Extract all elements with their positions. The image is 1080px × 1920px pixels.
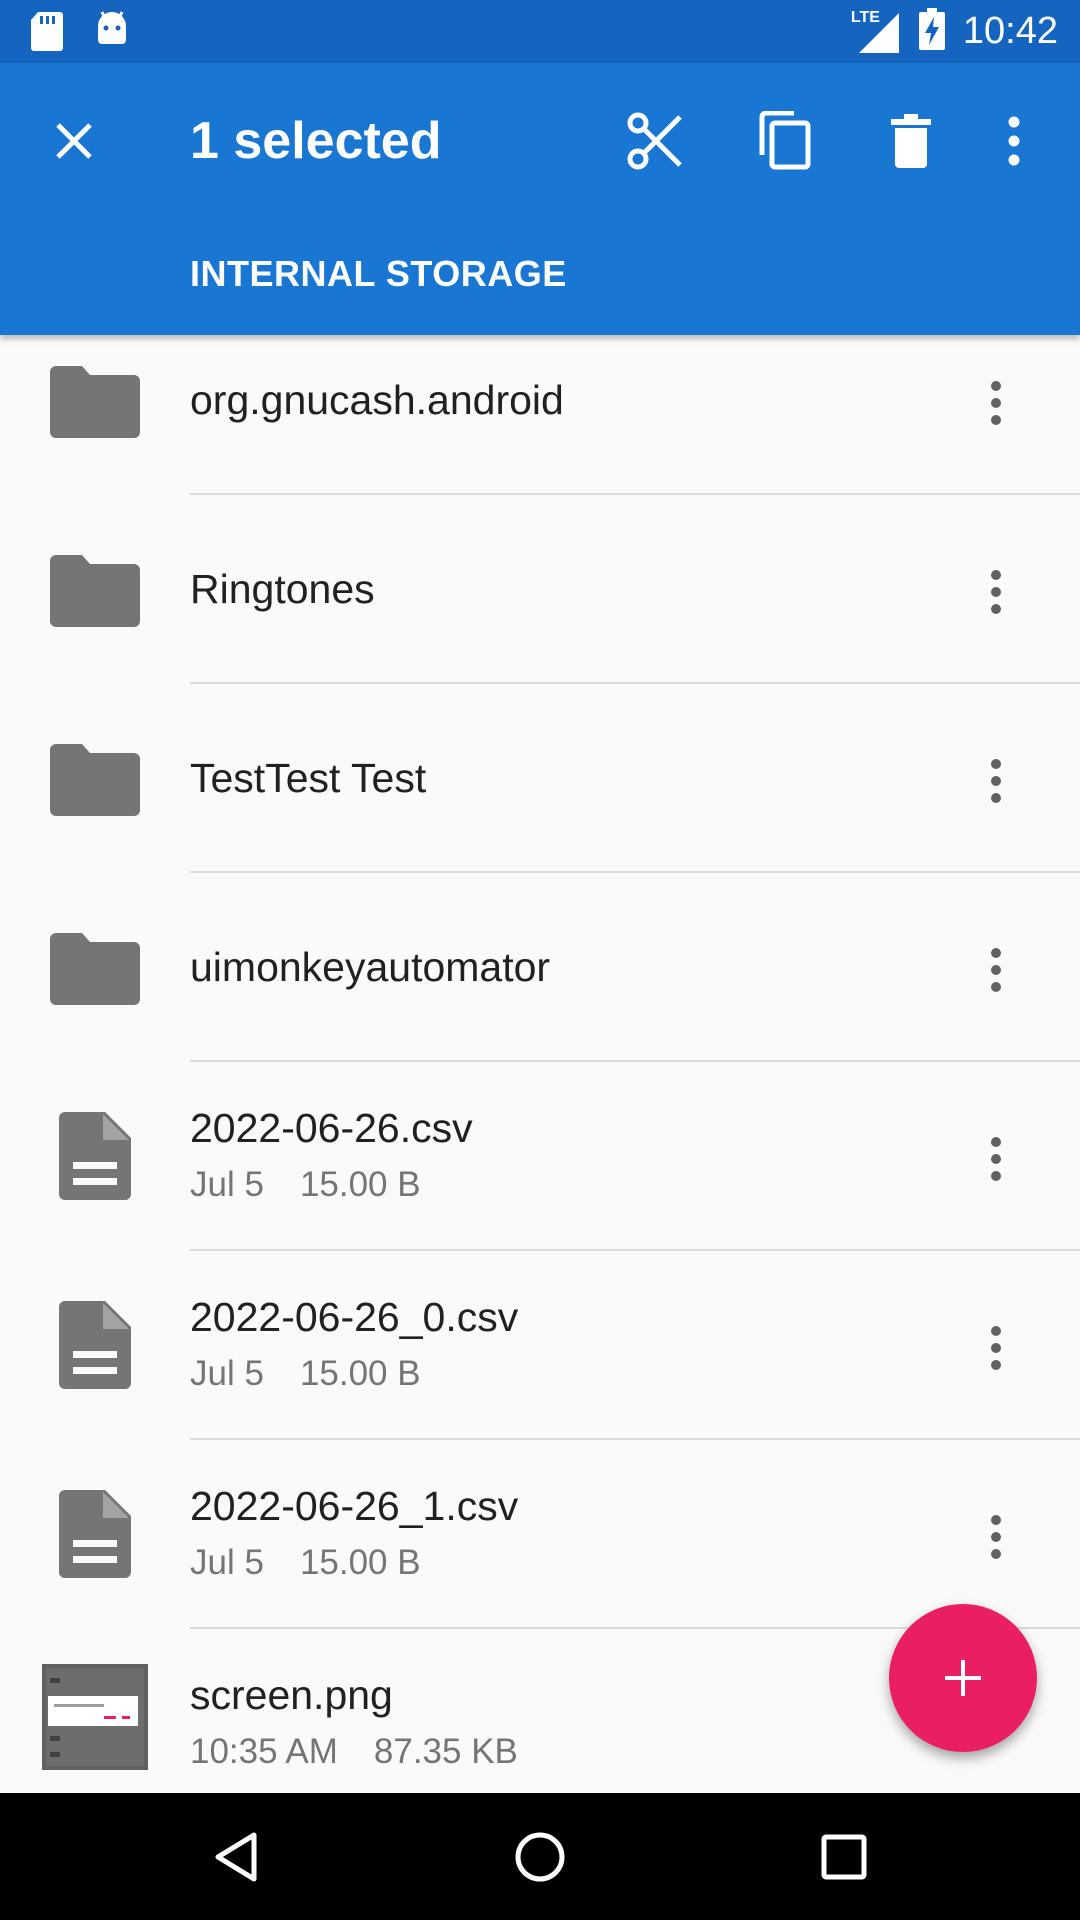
system-nav-bar [0, 1793, 1080, 1920]
cut-icon [627, 112, 682, 170]
more-vertical-icon [991, 1326, 1001, 1370]
file-date: Jul 5 [190, 1354, 264, 1393]
file-name: 2022-06-26_1.csv [190, 1483, 519, 1529]
file-meta: Jul 5 15.00 B [190, 1543, 421, 1583]
file-meta: Jul 5 15.00 B [190, 1354, 421, 1394]
item-more-button[interactable] [966, 1308, 1026, 1388]
more-vertical-icon [991, 759, 1001, 803]
document-icon [48, 1487, 142, 1581]
cut-button[interactable] [618, 103, 694, 179]
home-icon [515, 1832, 565, 1882]
back-button[interactable] [198, 1819, 274, 1895]
list-item-folder[interactable]: TestTest Test [0, 685, 1080, 874]
file-name: uimonkeyautomator [190, 944, 551, 990]
divider [190, 1249, 1080, 1251]
file-name: 2022-06-26_0.csv [190, 1294, 519, 1340]
divider [190, 1438, 1080, 1440]
plus-icon [945, 1660, 981, 1696]
list-item-folder[interactable]: Ringtones [0, 496, 1080, 685]
file-name: Ringtones [190, 566, 375, 612]
delete-icon [891, 114, 931, 168]
list-item-file[interactable]: 2022-06-26_1.csv Jul 5 15.00 B [0, 1441, 1080, 1630]
item-more-button[interactable] [966, 552, 1026, 632]
back-icon [215, 1832, 257, 1882]
image-thumbnail [42, 1664, 148, 1770]
list-item-file[interactable]: 2022-06-26_0.csv Jul 5 15.00 B [0, 1252, 1080, 1441]
divider [190, 1060, 1080, 1062]
overflow-menu-button[interactable] [984, 103, 1044, 179]
folder-icon [48, 922, 142, 1016]
file-meta: Jul 5 15.00 B [190, 1165, 421, 1205]
divider [190, 871, 1080, 873]
item-more-button[interactable] [966, 363, 1026, 443]
more-vertical-icon [991, 948, 1001, 992]
android-icon [94, 10, 130, 57]
divider [190, 493, 1080, 495]
battery-charging-icon [918, 8, 945, 55]
file-size: 87.35 KB [373, 1732, 518, 1771]
status-time: 10:42 [962, 10, 1058, 52]
status-bar: LTE 10:42 [0, 0, 1080, 63]
document-icon [48, 1298, 142, 1392]
file-size: 15.00 B [299, 1354, 421, 1393]
list-item-folder[interactable]: uimonkeyautomator [0, 874, 1080, 1063]
selection-title: 1 selected [190, 112, 442, 170]
delete-button[interactable] [873, 103, 949, 179]
close-selection-button[interactable] [42, 109, 106, 173]
list-item-file[interactable]: 2022-06-26.csv Jul 5 15.00 B [0, 1063, 1080, 1252]
more-vertical-icon [991, 1515, 1001, 1559]
selection-app-bar: 1 selected INTERNAL STORAGE [0, 63, 1080, 335]
divider [190, 682, 1080, 684]
recents-button[interactable] [806, 1819, 882, 1895]
item-more-button[interactable] [966, 930, 1026, 1010]
document-icon [48, 1109, 142, 1203]
item-more-button[interactable] [966, 741, 1026, 821]
file-date: Jul 5 [190, 1543, 264, 1582]
folder-icon [48, 355, 142, 449]
file-name: TestTest Test [190, 755, 427, 801]
file-size: 15.00 B [299, 1165, 421, 1204]
item-more-button[interactable] [966, 1497, 1026, 1577]
sd-card-icon [30, 10, 64, 57]
file-size: 15.00 B [299, 1543, 421, 1582]
folder-icon [48, 733, 142, 827]
file-list[interactable]: org.gnucash.android Ringtones TestTest T… [0, 335, 1080, 1793]
overflow-menu-icon [1008, 116, 1020, 166]
more-vertical-icon [991, 570, 1001, 614]
tab-internal-storage[interactable]: INTERNAL STORAGE [190, 253, 567, 295]
item-more-button[interactable] [966, 1119, 1026, 1199]
signal-icon: LTE [851, 9, 901, 55]
file-name: screen.png [190, 1672, 393, 1718]
add-button[interactable] [889, 1604, 1037, 1752]
folder-icon [48, 544, 142, 638]
home-button[interactable] [502, 1819, 578, 1895]
copy-icon [759, 111, 811, 170]
close-icon [56, 123, 92, 159]
copy-button[interactable] [746, 103, 822, 179]
file-date: 10:35 AM [190, 1732, 338, 1771]
recents-icon [821, 1834, 867, 1880]
more-vertical-icon [991, 381, 1001, 425]
file-name: 2022-06-26.csv [190, 1105, 473, 1151]
file-meta: 10:35 AM 87.35 KB [190, 1732, 518, 1772]
more-vertical-icon [991, 1137, 1001, 1181]
list-item-folder[interactable]: org.gnucash.android [0, 335, 1080, 496]
file-date: Jul 5 [190, 1165, 264, 1204]
network-type-label: LTE [850, 8, 880, 26]
file-name: org.gnucash.android [190, 377, 564, 423]
